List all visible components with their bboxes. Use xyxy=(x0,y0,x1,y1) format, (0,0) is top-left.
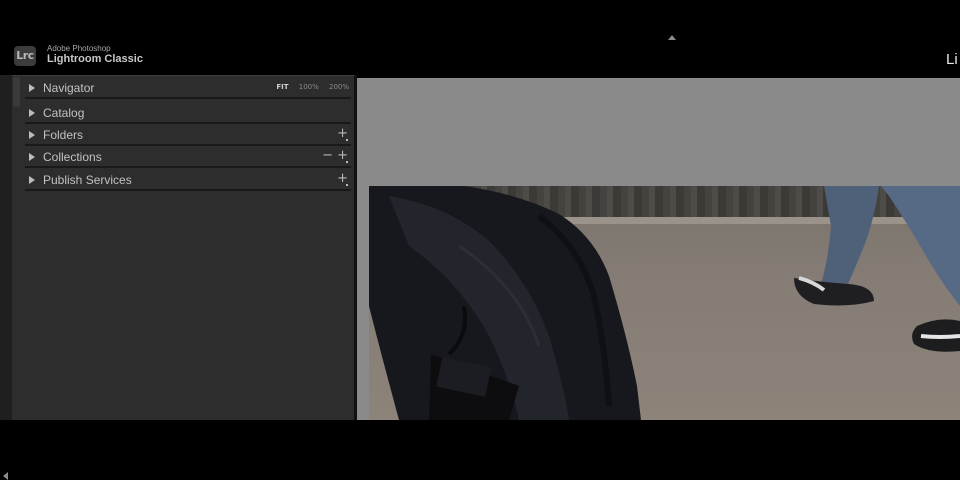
panel-collections[interactable]: Collections − + xyxy=(25,146,351,168)
panel-publish-services[interactable]: Publish Services + xyxy=(25,169,351,191)
zoom-fit-option[interactable]: FIT xyxy=(276,83,288,91)
remove-collection-minus-icon[interactable]: − xyxy=(322,148,333,163)
expand-triangle-icon[interactable] xyxy=(29,153,35,161)
expand-triangle-icon[interactable] xyxy=(29,84,35,92)
identity-plate: Lrc Adobe Photoshop Lightroom Classic Li xyxy=(0,0,960,75)
panel-catalog[interactable]: Catalog xyxy=(25,102,351,124)
expand-triangle-icon[interactable] xyxy=(29,176,35,184)
add-publish-service-plus-icon[interactable]: + xyxy=(337,171,348,186)
zoom-200-option[interactable]: 200% xyxy=(329,83,349,91)
add-collection-plus-icon[interactable]: + xyxy=(337,148,348,163)
collapse-top-panel-icon[interactable] xyxy=(668,35,676,40)
panel-label-collections: Collections xyxy=(43,150,102,164)
expand-triangle-icon[interactable] xyxy=(29,131,35,139)
brand-title: Lightroom Classic xyxy=(47,53,143,65)
module-picker-library[interactable]: Li xyxy=(946,51,958,68)
photo-scene xyxy=(369,186,960,420)
add-folder-plus-icon[interactable]: + xyxy=(337,126,348,141)
left-panel: Navigator FIT 100% 200% Catalog Folders … xyxy=(12,75,354,420)
main-image-area[interactable] xyxy=(357,78,960,420)
collapse-left-panel-icon[interactable] xyxy=(3,472,8,480)
panel-label-folders: Folders xyxy=(43,128,84,142)
panel-navigator[interactable]: Navigator FIT 100% 200% xyxy=(25,77,351,99)
panel-folders[interactable]: Folders + xyxy=(25,124,351,146)
zoom-100-option[interactable]: 100% xyxy=(299,83,319,91)
brand-subtitle: Adobe Photoshop xyxy=(47,44,111,53)
left-panel-edge[interactable] xyxy=(0,75,12,480)
left-panel-scrollbar[interactable] xyxy=(13,77,20,107)
expand-triangle-icon[interactable] xyxy=(29,109,35,117)
panel-label-catalog: Catalog xyxy=(43,106,85,120)
navigator-zoom-options: FIT 100% 200% xyxy=(268,83,349,91)
panel-label-navigator: Navigator xyxy=(43,81,95,95)
lightroom-logo-icon: Lrc xyxy=(14,46,36,66)
photo-preview[interactable] xyxy=(369,186,960,420)
panel-label-publish-services: Publish Services xyxy=(43,173,132,187)
